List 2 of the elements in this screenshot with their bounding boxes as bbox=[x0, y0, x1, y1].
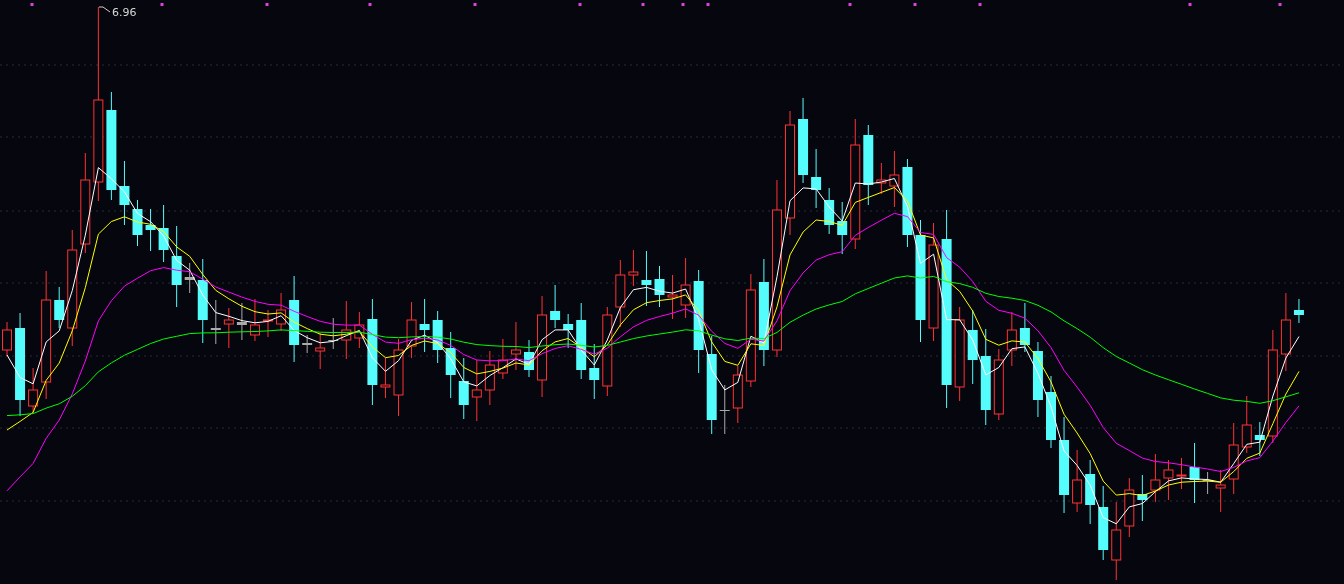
high-price-label: 6.96 bbox=[112, 6, 137, 19]
leader-line bbox=[98, 6, 111, 13]
